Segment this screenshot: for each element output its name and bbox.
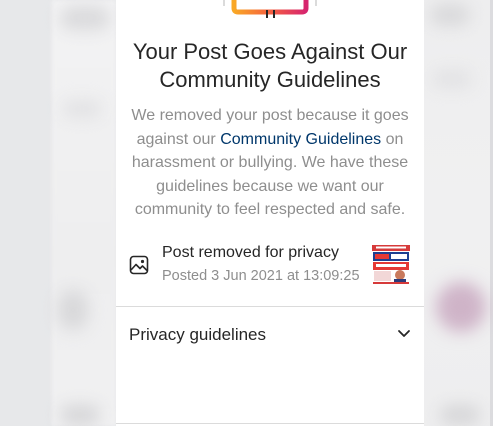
removed-post-timestamp: Posted 3 Jun 2021 at 13:09:25 (162, 268, 360, 284)
title-line: Community Guidelines (159, 67, 381, 92)
divider (116, 423, 424, 424)
explanation-text: We removed your post because it goes aga… (124, 104, 416, 222)
community-guidelines-link[interactable]: Community Guidelines (220, 131, 381, 148)
backdrop-blur (440, 405, 480, 425)
backdrop-right (424, 0, 490, 426)
title-line: Your Post Goes Against Our (132, 39, 408, 64)
chevron-down-icon[interactable] (397, 329, 411, 339)
removed-post-row[interactable]: Post removed for privacy Posted 3 Jun 20… (116, 240, 424, 290)
backdrop-blur (432, 70, 472, 88)
backdrop-edge-left (0, 0, 52, 426)
removed-post-title: Post removed for privacy (162, 244, 339, 261)
post-thumbnail (370, 243, 412, 285)
backdrop-blur (58, 290, 88, 330)
backdrop-blur (430, 4, 470, 26)
backdrop-blur (62, 100, 102, 118)
privacy-guidelines-row[interactable]: Privacy guidelines (116, 307, 424, 361)
page-title: Your Post Goes Against Our Community Gui… (116, 38, 424, 94)
guidelines-sheet: Your Post Goes Against Our Community Gui… (116, 0, 424, 426)
image-icon (129, 255, 149, 275)
backdrop-blur (60, 405, 100, 425)
warning-illustration-icon (223, 0, 317, 18)
privacy-guidelines-label: Privacy guidelines (129, 325, 267, 344)
backdrop-blur (436, 282, 486, 332)
backdrop-left (52, 0, 116, 426)
backdrop-blur (60, 6, 110, 30)
